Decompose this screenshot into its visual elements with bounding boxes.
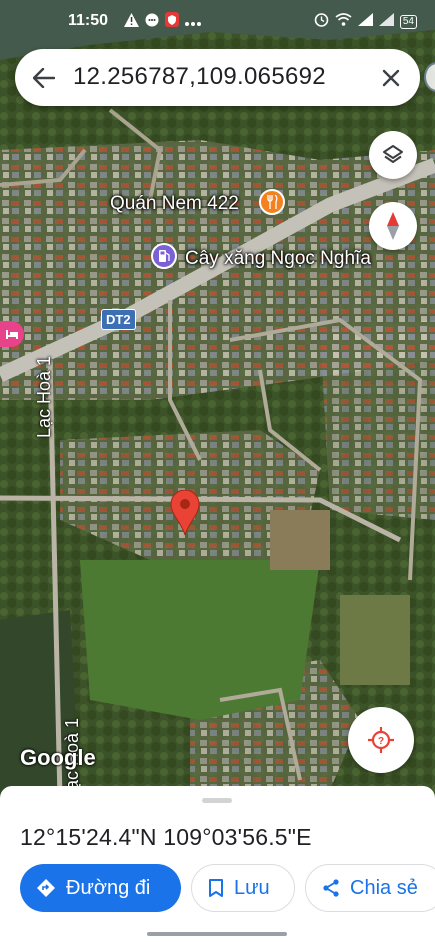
gesture-nav-bar <box>147 932 287 936</box>
share-button[interactable]: Chia sẻ <box>305 864 435 912</box>
gas-station-label[interactable]: Cây xăng Ngọc Nghĩa <box>185 248 371 270</box>
coordinates-title: 12°15'24.4"N 109°03'56.5"E <box>20 824 312 850</box>
battery-indicator: 54 <box>399 14 417 29</box>
layers-icon <box>383 145 403 163</box>
street-label-lac-hoa: Lạc Hoà 1 <box>34 355 54 438</box>
directions-icon <box>37 879 55 897</box>
clear-search-button[interactable] <box>376 63 406 93</box>
alarm-icon <box>314 12 329 31</box>
share-icon <box>323 879 339 897</box>
warning-icon <box>124 12 139 31</box>
drag-handle[interactable] <box>202 798 232 803</box>
action-row: Đường đi Lưu Chia sẻ <box>20 864 435 912</box>
bookmark-icon <box>209 879 223 897</box>
compass-button[interactable] <box>369 202 417 250</box>
directions-label: Đường đi <box>66 876 151 899</box>
location-pin-icon[interactable] <box>170 489 200 541</box>
gas-station-icon[interactable] <box>151 243 177 269</box>
wifi-icon <box>335 13 352 30</box>
more-dots-icon <box>185 13 201 30</box>
signal-icon <box>357 13 373 30</box>
directions-button[interactable]: Đường đi <box>20 864 181 912</box>
back-arrow-icon <box>33 68 55 88</box>
back-button[interactable] <box>29 63 59 93</box>
my-location-icon: ? <box>368 727 394 753</box>
road-shield-dt2: DT2 <box>101 309 136 330</box>
restaurant-icon[interactable] <box>259 189 285 215</box>
restaurant-label[interactable]: Quán Nem 422 <box>110 193 239 215</box>
shield-icon <box>165 12 179 31</box>
satellite-imagery <box>0 0 435 800</box>
layers-button[interactable] <box>369 131 417 179</box>
system-icons: 54 <box>314 12 417 31</box>
share-label: Chia sẻ <box>350 876 418 899</box>
google-attribution: Google <box>20 745 96 770</box>
notification-icons <box>124 12 201 31</box>
svg-text:?: ? <box>378 736 384 747</box>
search-bar[interactable]: 12.256787,109.065692 <box>15 49 420 106</box>
chat-icon <box>145 13 159 31</box>
signal-2-icon <box>378 13 394 30</box>
status-bar: 11:50 54 <box>0 0 435 42</box>
satellite-map[interactable]: 11:50 54 12.256787,109.065692 Quán Nem 4… <box>0 0 435 800</box>
status-time: 11:50 <box>68 12 109 29</box>
save-label: Lưu <box>234 876 270 899</box>
compass-icon <box>387 212 399 240</box>
my-location-button[interactable]: ? <box>348 707 414 773</box>
search-query[interactable]: 12.256787,109.065692 <box>73 63 326 91</box>
close-icon <box>382 69 400 87</box>
place-bottom-sheet[interactable]: 12°15'24.4"N 109°03'56.5"E Đường đi Lưu … <box>0 786 435 942</box>
save-button[interactable]: Lưu <box>191 864 295 912</box>
